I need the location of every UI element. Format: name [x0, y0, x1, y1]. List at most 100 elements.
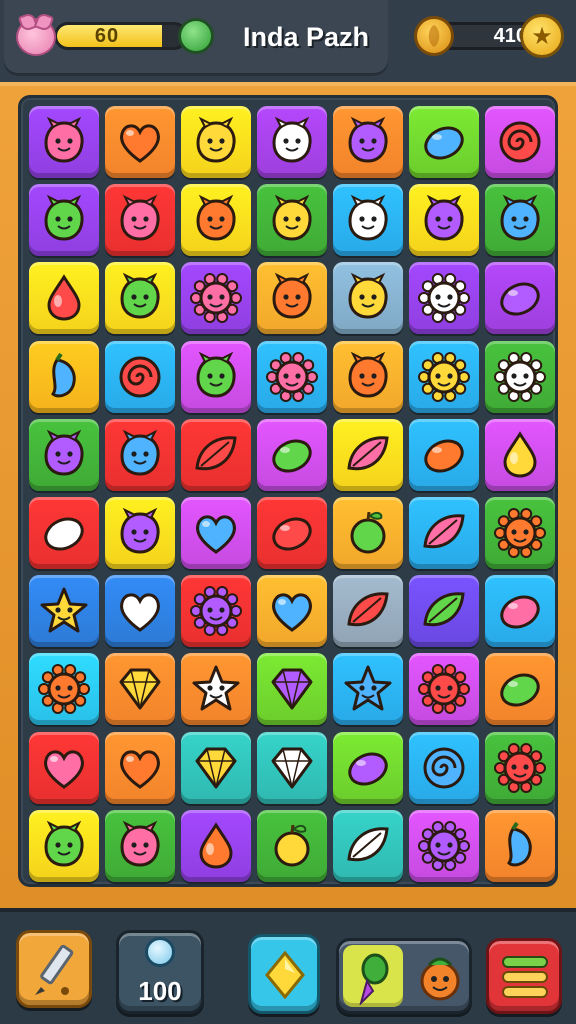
creature-icon [196, 351, 236, 398]
creature-icon [424, 194, 464, 241]
board-tile[interactable] [257, 106, 327, 178]
board-tile[interactable] [409, 653, 479, 726]
board-tile[interactable] [409, 809, 479, 882]
leaf-icon [347, 592, 389, 627]
board-tile[interactable] [257, 340, 327, 413]
board-tile[interactable] [105, 262, 175, 335]
board-tile[interactable] [409, 106, 479, 178]
board-tile[interactable] [485, 418, 555, 491]
board-tile[interactable] [409, 497, 479, 569]
pencil-icon [35, 944, 74, 995]
board-tile[interactable] [333, 106, 403, 178]
board-tile[interactable] [333, 731, 403, 804]
board-tile[interactable] [105, 497, 175, 569]
board-tile[interactable] [181, 497, 251, 569]
board-tile[interactable] [29, 418, 99, 491]
water-drop-icon [199, 822, 233, 869]
board-tile[interactable] [181, 575, 251, 648]
board-tile[interactable] [105, 418, 175, 491]
apple-icon [274, 824, 310, 867]
orb-icon [145, 937, 175, 967]
booster-button[interactable] [336, 938, 472, 1014]
board-tile[interactable] [485, 575, 555, 648]
board-tile[interactable] [181, 418, 251, 491]
board-tile[interactable] [257, 497, 327, 569]
game-board [18, 95, 558, 887]
board-tile[interactable] [409, 575, 479, 648]
board-tile[interactable] [485, 809, 555, 882]
board-tile[interactable] [257, 262, 327, 335]
board-tile[interactable] [409, 731, 479, 804]
board-tile[interactable] [409, 418, 479, 491]
swirl-icon [423, 747, 465, 789]
creature-icon [272, 194, 312, 241]
board-tile[interactable] [333, 340, 403, 413]
board-tile[interactable] [485, 653, 555, 726]
board-tile[interactable] [181, 184, 251, 257]
board-tile[interactable] [181, 106, 251, 178]
board-tile[interactable] [333, 262, 403, 335]
board-tile[interactable] [485, 731, 555, 804]
board-tile[interactable] [257, 809, 327, 882]
board-tile[interactable] [333, 575, 403, 648]
board-tile[interactable] [485, 106, 555, 178]
board-tile[interactable] [29, 731, 99, 804]
sun-creature-icon [190, 586, 242, 637]
board-tile[interactable] [333, 809, 403, 882]
board-tile[interactable] [181, 653, 251, 726]
board-tile[interactable] [485, 340, 555, 413]
board-tile[interactable] [181, 731, 251, 804]
diamond-button[interactable] [248, 934, 320, 1014]
creature-icon [348, 194, 388, 241]
board-tile[interactable] [105, 653, 175, 726]
board-tile[interactable] [257, 575, 327, 648]
board-tile[interactable] [29, 575, 99, 648]
creature-icon [196, 194, 236, 241]
board-tile[interactable] [29, 653, 99, 726]
board-tile[interactable] [181, 262, 251, 335]
board-tile[interactable] [105, 575, 175, 648]
pencil-button[interactable] [16, 930, 92, 1008]
board-tile[interactable] [257, 731, 327, 804]
menu-button[interactable] [486, 938, 562, 1014]
board-tile[interactable] [105, 106, 175, 178]
board-tile[interactable] [105, 340, 175, 413]
board-tile[interactable] [105, 731, 175, 804]
board-tile[interactable] [29, 497, 99, 569]
board-tile[interactable] [29, 340, 99, 413]
menu-icon [502, 956, 548, 998]
sun-creature-icon [418, 273, 470, 324]
moves-counter-button[interactable]: 100 [116, 930, 204, 1014]
board-tile[interactable] [333, 184, 403, 257]
board-tile[interactable] [409, 340, 479, 413]
board-tile[interactable] [485, 184, 555, 257]
swirl-icon [499, 121, 541, 163]
lemon-icon [272, 439, 312, 473]
board-tile[interactable] [257, 653, 327, 726]
board-tile[interactable] [29, 106, 99, 178]
board-tile[interactable] [333, 653, 403, 726]
board-tile[interactable] [485, 262, 555, 335]
board-tile[interactable] [29, 809, 99, 882]
board-tile[interactable] [409, 184, 479, 257]
pink-creature-icon[interactable] [16, 18, 56, 56]
board-tile[interactable] [409, 262, 479, 335]
board-tile[interactable] [29, 184, 99, 257]
sun-creature-icon [190, 273, 242, 324]
board-tile[interactable] [257, 418, 327, 491]
board-tile[interactable] [485, 497, 555, 569]
board-tile[interactable] [105, 184, 175, 257]
board-tile[interactable] [181, 809, 251, 882]
board-tile[interactable] [181, 340, 251, 413]
creature-icon [348, 116, 388, 163]
board-tile[interactable] [105, 809, 175, 882]
green-gem-icon [178, 18, 214, 54]
sun-creature-icon [266, 351, 318, 402]
board-tile[interactable] [257, 184, 327, 257]
lemon-icon [500, 282, 540, 316]
heart-icon [196, 515, 236, 554]
board-tile[interactable] [333, 497, 403, 569]
star-icon[interactable]: ★ [520, 14, 564, 58]
board-tile[interactable] [333, 418, 403, 491]
board-tile[interactable] [29, 262, 99, 335]
